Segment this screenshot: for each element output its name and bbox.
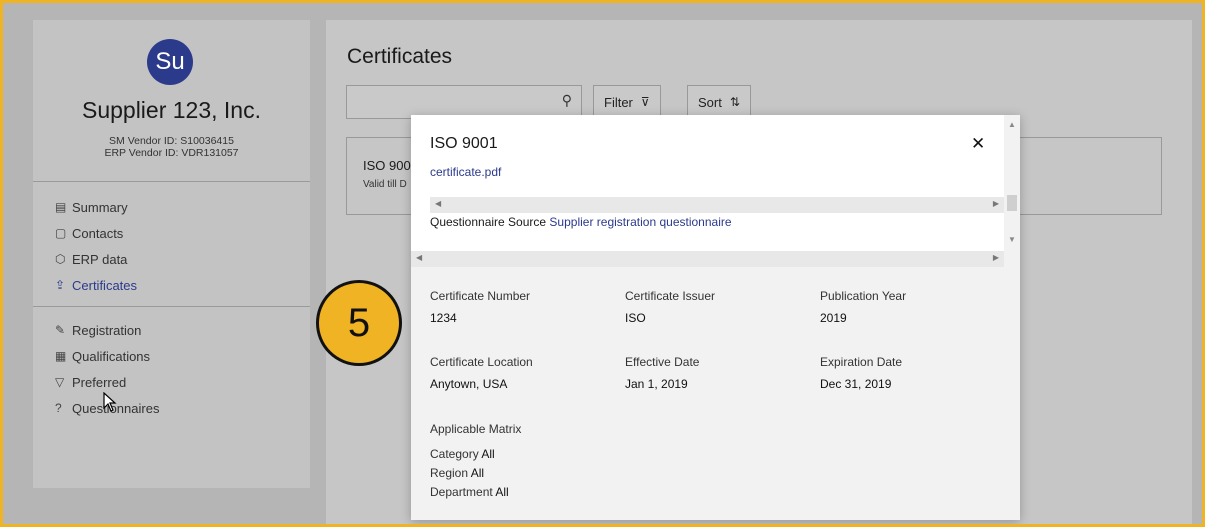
filter-label: Filter: [604, 94, 633, 110]
expiration-date-field: Expiration Date Dec 31, 2019: [820, 355, 902, 391]
sidebar-nav-primary: ▤ Summary ▢ Contacts ⬡ ERP data ⇪ Certif…: [55, 194, 137, 298]
field-label: Certificate Issuer: [625, 289, 716, 303]
sidebar-item-erp-data[interactable]: ⬡ ERP data: [55, 246, 137, 272]
clipboard-icon: ▤: [55, 200, 67, 214]
vendor-ids: SM Vendor ID: S10036415 ERP Vendor ID: V…: [33, 135, 310, 159]
field-value: Dec 31, 2019: [820, 377, 892, 391]
matrix-label: Department: [430, 485, 493, 499]
certificate-card-title: ISO 900: [363, 158, 411, 173]
preferred-icon: ▽: [55, 375, 65, 389]
certificate-location-field: Certificate Location Anytown, USA: [430, 355, 533, 391]
erp-vendor-id: ERP Vendor ID: VDR131057: [104, 147, 239, 159]
matrix-value: All: [481, 447, 495, 461]
page-title: Certificates: [347, 45, 453, 68]
field-value: ISO: [625, 311, 646, 325]
supplier-name: Supplier 123, Inc.: [81, 97, 261, 123]
field-value: Anytown, USA: [430, 377, 508, 391]
sidebar-item-registration[interactable]: ✎ Registration: [55, 317, 159, 343]
sort-icon: ⇅: [729, 95, 740, 109]
scroll-down-icon[interactable]: ▼: [1008, 235, 1016, 244]
scroll-up-icon[interactable]: ▲: [1008, 120, 1016, 129]
header-horizontal-scrollbar[interactable]: ◀ ▶: [411, 251, 1004, 267]
matrix-value: All: [470, 466, 485, 480]
publication-year-field: Publication Year 2019: [820, 289, 906, 325]
matrix-label: Category: [430, 447, 479, 461]
search-field[interactable]: [347, 86, 547, 118]
sidebar-item-label: Certificates: [72, 277, 138, 293]
certificate-icon: ⇪: [55, 278, 66, 292]
field-label: Publication Year: [820, 289, 907, 303]
sidebar-item-label: Contacts: [72, 225, 124, 241]
questionnaire-source-link[interactable]: Supplier registration questionnaire: [549, 215, 731, 229]
close-icon[interactable]: ✕: [971, 134, 985, 154]
scroll-left-icon[interactable]: ◀: [416, 253, 422, 262]
matrix-label: Region: [430, 466, 469, 480]
qualifications-icon: ▦: [55, 349, 67, 363]
sidebar-divider: [33, 181, 310, 182]
search-input[interactable]: ⚲: [346, 85, 582, 119]
dialog-body: Certificate Number 1234 Certificate Issu…: [411, 267, 1020, 520]
questionnaire-source: Questionnaire Source Supplier registrati…: [430, 215, 732, 229]
dialog-header: ISO 9001 ✕ certificate.pdf ◀ ▶ Questionn…: [411, 115, 1020, 267]
questionnaire-icon: ?: [55, 401, 62, 415]
sidebar-item-label: Summary: [72, 199, 128, 215]
pen-icon: ✎: [55, 323, 66, 337]
scroll-thumb[interactable]: [1007, 195, 1017, 211]
dialog-title: ISO 9001: [430, 135, 498, 152]
avatar: Su: [147, 39, 193, 85]
matrix-region-row: Region All: [430, 466, 484, 480]
field-label: Effective Date: [625, 355, 700, 369]
sidebar-item-label: ERP data: [72, 251, 128, 267]
effective-date-field: Effective Date Jan 1, 2019: [625, 355, 699, 391]
field-value: 2019: [820, 311, 847, 325]
matrix-department-row: Department All: [430, 485, 509, 499]
field-value: Jan 1, 2019: [625, 377, 688, 391]
header-vertical-scrollbar[interactable]: ▲ ▼: [1004, 115, 1020, 267]
questionnaire-source-label: Questionnaire Source: [430, 215, 547, 229]
sm-vendor-id: SM Vendor ID: S10036415: [109, 135, 234, 147]
certificate-issuer-field: Certificate Issuer ISO: [625, 289, 715, 325]
field-value: 1234: [430, 311, 457, 325]
step-callout-badge: 5: [316, 280, 402, 366]
sort-button[interactable]: Sort ⇅: [687, 85, 751, 119]
field-label: Certificate Number: [430, 289, 531, 303]
mouse-cursor-icon: [103, 391, 117, 417]
inner-horizontal-scrollbar[interactable]: ◀ ▶: [430, 197, 1004, 213]
sidebar-item-certificates[interactable]: ⇪ Certificates: [55, 272, 137, 298]
field-label: Certificate Location: [430, 355, 533, 369]
scroll-left-icon[interactable]: ◀: [435, 199, 441, 208]
filter-button[interactable]: Filter ⊽: [593, 85, 661, 119]
sort-label: Sort: [698, 94, 722, 110]
certificate-detail-dialog: ISO 9001 ✕ certificate.pdf ◀ ▶ Questionn…: [411, 115, 1020, 520]
sidebar-item-label: Qualifications: [72, 348, 151, 364]
sidebar-item-summary[interactable]: ▤ Summary: [55, 194, 137, 220]
sidebar-divider: [33, 306, 310, 307]
certificate-number-field: Certificate Number 1234: [430, 289, 530, 325]
certificate-file-link[interactable]: certificate.pdf: [430, 165, 501, 179]
applicable-matrix-title: Applicable Matrix: [430, 422, 522, 436]
erp-icon: ⬡: [55, 252, 66, 266]
sidebar-item-label: Registration: [72, 322, 142, 338]
sidebar-item-qualifications[interactable]: ▦ Qualifications: [55, 343, 159, 369]
search-icon[interactable]: ⚲: [562, 92, 572, 109]
matrix-category-row: Category All: [430, 447, 495, 461]
scroll-right-icon[interactable]: ▶: [993, 253, 999, 262]
matrix-value: All: [495, 485, 509, 499]
field-label: Expiration Date: [820, 355, 903, 369]
filter-icon: ⊽: [640, 95, 650, 109]
contacts-icon: ▢: [55, 226, 67, 240]
scroll-right-icon[interactable]: ▶: [993, 199, 999, 208]
supplier-sidebar: Su Supplier 123, Inc. SM Vendor ID: S100…: [33, 20, 310, 488]
screenshot-frame: Su Supplier 123, Inc. SM Vendor ID: S100…: [0, 0, 1205, 527]
sidebar-item-contacts[interactable]: ▢ Contacts: [55, 220, 137, 246]
certificate-card-validity: Valid till D: [363, 179, 407, 190]
sidebar-item-label: Preferred: [72, 374, 127, 390]
